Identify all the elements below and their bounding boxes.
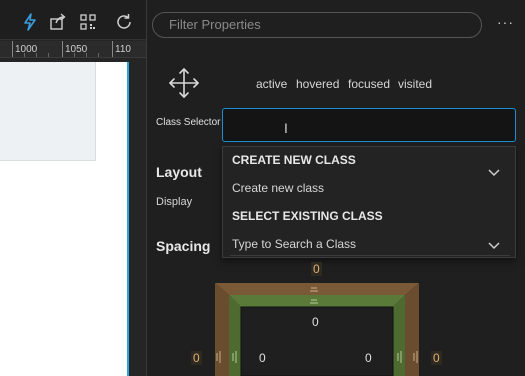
- layout-title: Layout: [156, 164, 202, 180]
- margin-left-value[interactable]: 0: [191, 351, 202, 365]
- search-class-input[interactable]: Type to Search a Class: [232, 237, 356, 251]
- state-active[interactable]: active: [256, 77, 287, 91]
- padding-top-value[interactable]: 0: [312, 315, 319, 329]
- canvas-element[interactable]: [0, 62, 96, 161]
- page-edge: [127, 62, 129, 376]
- display-label: Display: [156, 196, 193, 208]
- class-selector-input[interactable]: [222, 108, 516, 142]
- editor-root: 1000 1050 110 Filter Properties ··· acti…: [0, 0, 525, 376]
- more-options-button[interactable]: ···: [497, 14, 514, 30]
- box-model-diagram: [215, 283, 419, 376]
- properties-panel: Filter Properties ··· active hovered foc…: [146, 0, 525, 376]
- qr-code-icon[interactable]: [78, 12, 98, 32]
- canvas-page[interactable]: [0, 62, 127, 376]
- move-icon[interactable]: [167, 66, 201, 100]
- ruler-label: 110: [115, 44, 131, 55]
- dropdown-divider: [230, 255, 510, 256]
- create-new-class-item[interactable]: Create new class: [232, 181, 324, 195]
- state-visited[interactable]: visited: [398, 77, 432, 91]
- canvas-toolbar: [0, 0, 146, 40]
- margin-top-value[interactable]: 0: [311, 262, 322, 276]
- refresh-icon[interactable]: [114, 12, 134, 32]
- chevron-down-icon[interactable]: [488, 169, 500, 177]
- filter-properties-input[interactable]: Filter Properties: [152, 12, 482, 38]
- state-hovered[interactable]: hovered: [296, 77, 339, 91]
- canvas-area: 1000 1050 110: [0, 0, 146, 376]
- chevron-down-icon[interactable]: [488, 242, 500, 250]
- share-icon[interactable]: [48, 12, 68, 32]
- class-selector-dropdown: CREATE NEW CLASS Create new class SELECT…: [222, 146, 516, 258]
- select-existing-class-header: SELECT EXISTING CLASS: [232, 209, 383, 223]
- ruler-label: 1050: [65, 44, 88, 55]
- state-focused[interactable]: focused: [348, 77, 390, 91]
- spacing-title: Spacing: [156, 238, 211, 254]
- ruler-label: 1000: [15, 44, 38, 55]
- padding-left-value[interactable]: 0: [259, 351, 266, 365]
- padding-right-value[interactable]: 0: [365, 351, 372, 365]
- class-selector-label: Class Selector: [156, 117, 221, 128]
- lightning-icon[interactable]: [20, 12, 40, 32]
- text-cursor-icon: I: [284, 120, 288, 136]
- create-new-class-header: CREATE NEW CLASS: [232, 153, 356, 167]
- margin-right-value[interactable]: 0: [431, 351, 442, 365]
- horizontal-ruler: 1000 1050 110: [0, 41, 146, 58]
